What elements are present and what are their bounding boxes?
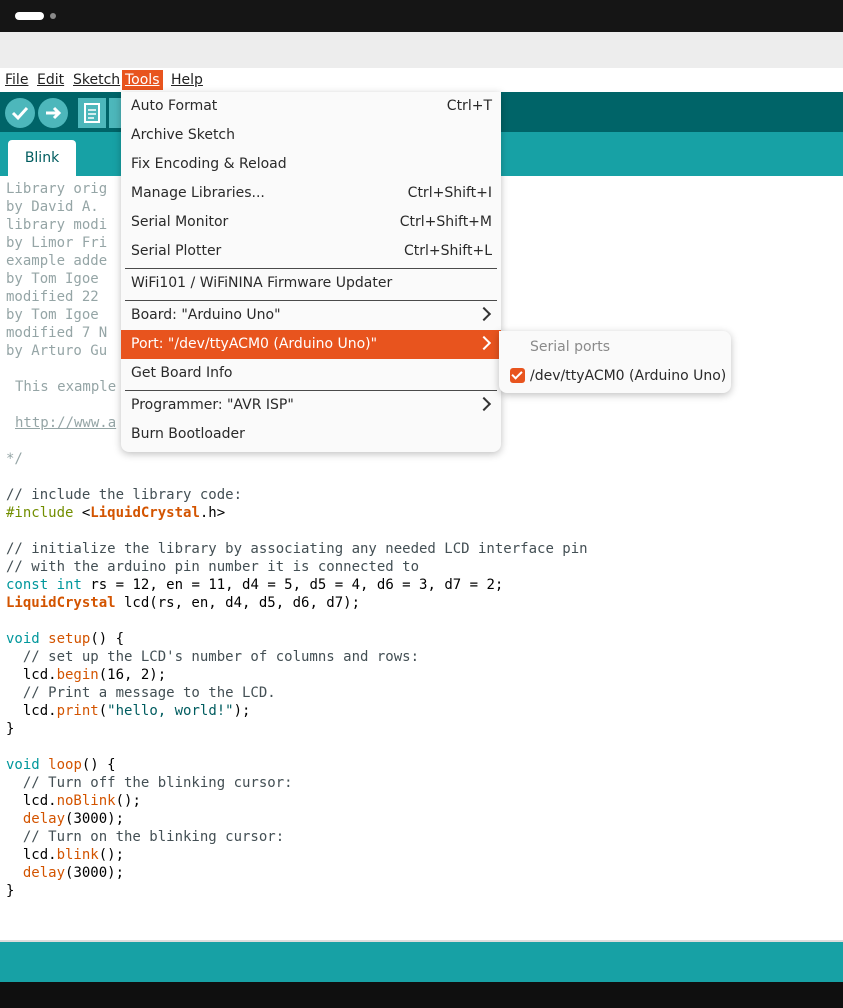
menu-item-board[interactable]: Board: "Arduino Uno" <box>121 301 501 330</box>
code-line: lcd.print("hello, world!"); <box>6 703 251 719</box>
code-line: // Print a message to the LCD. <box>6 685 276 701</box>
code-line: modified 7 N <box>6 325 108 341</box>
port-option-label: /dev/ttyACM0 (Arduino Uno) <box>530 368 727 384</box>
window-title-bar[interactable] <box>0 32 843 68</box>
code-line: by Tom Igoe <box>6 307 99 323</box>
menu-item-archive-sketch[interactable]: Archive Sketch <box>121 121 501 150</box>
menu-help[interactable]: Help <box>168 70 206 90</box>
submenu-header: Serial ports <box>530 339 611 355</box>
code-line: } <box>6 721 15 737</box>
code-line: LiquidCrystal lcd(rs, en, d4, d5, d6, d7… <box>6 595 361 611</box>
verify-button[interactable] <box>5 98 35 128</box>
menu-item-port[interactable]: Port: "/dev/ttyACM0 (Arduino Uno)" <box>121 330 501 359</box>
new-file-icon <box>84 103 100 123</box>
code-line: lcd.noBlink(); <box>6 793 141 809</box>
code-line: example adde <box>6 253 108 269</box>
code-link[interactable]: http://www.a <box>15 414 116 432</box>
menu-item-manage-libraries[interactable]: Manage Libraries... Ctrl+Shift+I <box>121 179 501 208</box>
code-line: // set up the LCD's number of columns an… <box>6 649 420 665</box>
upload-button[interactable] <box>38 98 68 128</box>
arrow-right-icon <box>46 106 62 120</box>
code-line: */ <box>6 451 23 467</box>
menu-item-serial-monitor[interactable]: Serial Monitor Ctrl+Shift+M <box>121 208 501 237</box>
code-line: delay(3000); <box>22 811 125 827</box>
code-line: delay(3000); <box>22 865 125 881</box>
menu-item-serial-plotter[interactable]: Serial Plotter Ctrl+Shift+L <box>121 237 501 266</box>
code-line: void loop() { <box>6 757 116 773</box>
menu-tools[interactable]: Tools <box>122 70 163 90</box>
check-icon <box>11 106 29 121</box>
code-line: by David A. <box>6 199 99 215</box>
code-line: by Tom Igoe <box>6 271 99 287</box>
chevron-right-icon <box>476 335 492 351</box>
code-line: // include the library code: <box>6 487 243 503</box>
menu-item-get-board-info[interactable]: Get Board Info <box>121 359 501 388</box>
menu-file[interactable]: File <box>2 70 31 90</box>
new-sketch-button[interactable] <box>78 98 106 128</box>
menu-item-burn-bootloader[interactable]: Burn Bootloader <box>121 420 501 449</box>
code-line: // initialize the library by associating… <box>6 541 588 557</box>
code-line: library modi <box>6 217 108 233</box>
code-line: modified 22 <box>6 289 99 305</box>
menu-edit[interactable]: Edit <box>34 70 67 90</box>
activities-indicator[interactable] <box>15 12 44 20</box>
port-option[interactable]: /dev/ttyACM0 (Arduino Uno) <box>499 365 731 387</box>
code-line: by Limor Fri <box>6 235 108 251</box>
open-sketch-button[interactable] <box>109 98 121 128</box>
menu-item-fix-encoding[interactable]: Fix Encoding & Reload <box>121 150 501 179</box>
code-line: // Turn off the blinking cursor: <box>6 775 293 791</box>
code-line: This example <box>15 379 117 395</box>
code-line: #include <LiquidCrystal.h> <box>6 505 226 521</box>
code-line: lcd.begin(16, 2); <box>6 667 167 683</box>
menu-bar: File Edit Sketch Tools Help <box>0 68 843 92</box>
system-bottom-bar <box>0 982 843 1008</box>
code-line: lcd.blink(); <box>6 847 125 863</box>
system-top-bar <box>0 0 843 32</box>
chevron-right-icon <box>476 306 492 322</box>
code-line: } <box>6 883 15 899</box>
menu-item-auto-format[interactable]: Auto Format Ctrl+T <box>121 92 501 121</box>
code-line: void setup() { <box>6 631 125 647</box>
chevron-right-icon <box>476 396 492 412</box>
workspace-dot <box>50 13 56 19</box>
code-line: // Turn on the blinking cursor: <box>6 829 285 845</box>
code-line: // with the arduino pin number it is con… <box>6 559 420 575</box>
code-line: const int rs = 12, en = 11, d4 = 5, d5 =… <box>6 577 504 593</box>
code-line: by Arturo Gu <box>6 343 108 359</box>
code-line: Library orig <box>6 181 108 197</box>
menu-item-firmware-updater[interactable]: WiFi101 / WiFiNINA Firmware Updater <box>121 269 501 298</box>
status-bar <box>0 942 843 982</box>
port-submenu: Serial ports /dev/ttyACM0 (Arduino Uno) <box>499 331 731 393</box>
tab-blink[interactable]: Blink <box>8 140 76 176</box>
tools-menu: Auto Format Ctrl+T Archive Sketch Fix Enc… <box>121 92 501 452</box>
menu-item-programmer[interactable]: Programmer: "AVR ISP" <box>121 391 501 420</box>
menu-sketch[interactable]: Sketch <box>70 70 123 90</box>
checkbox-checked-icon[interactable] <box>510 368 525 383</box>
